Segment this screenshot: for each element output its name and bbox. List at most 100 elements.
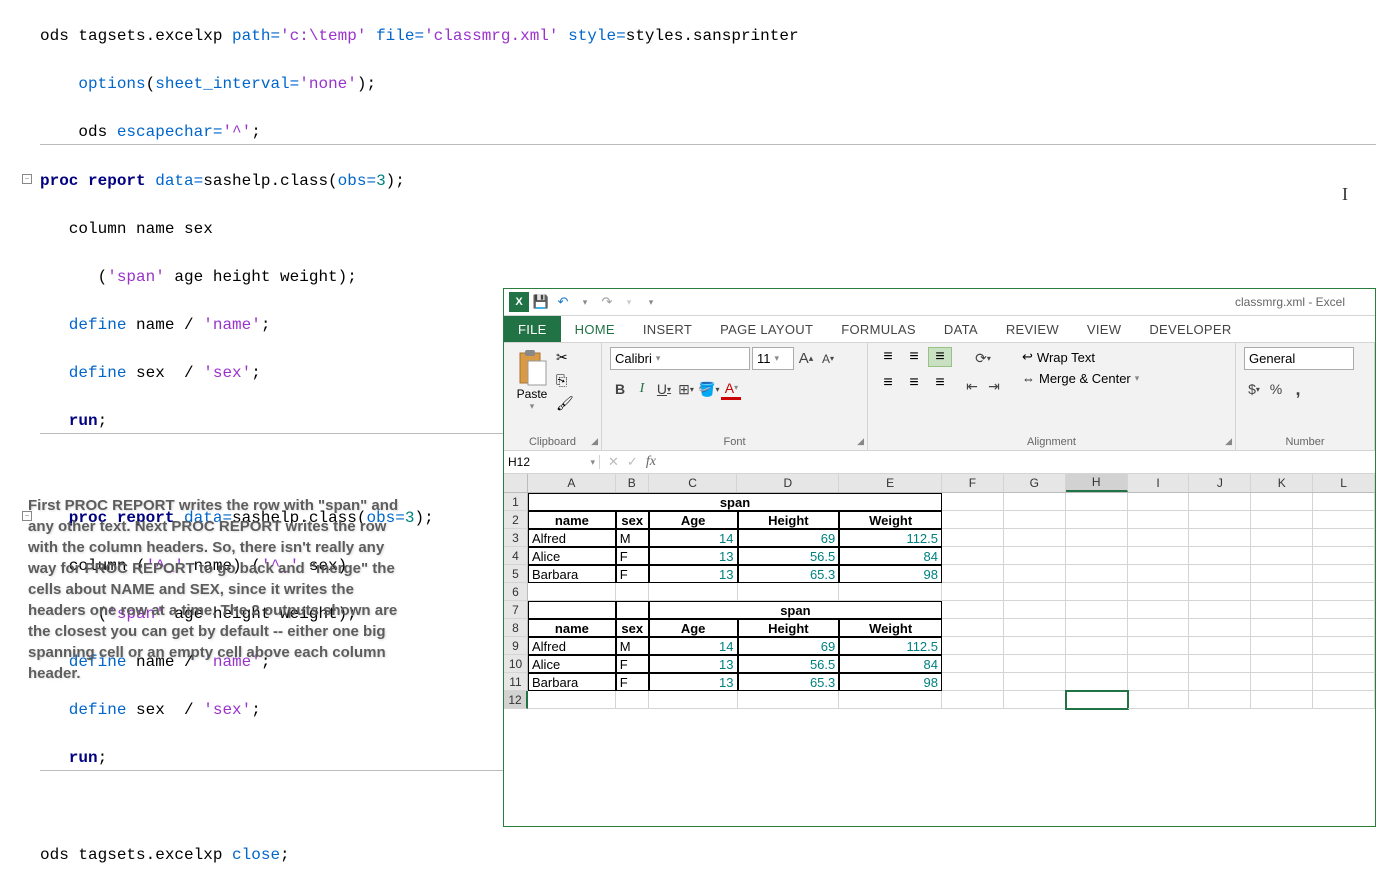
- cancel-formula-icon[interactable]: ✕: [608, 454, 619, 470]
- cell[interactable]: [1128, 547, 1190, 565]
- col-header-C[interactable]: C: [649, 474, 738, 492]
- cell[interactable]: [1004, 637, 1066, 655]
- cell[interactable]: [1066, 583, 1128, 601]
- font-color-button[interactable]: A▾: [721, 378, 741, 400]
- cell[interactable]: [1189, 565, 1251, 583]
- ribbon-tab-page-layout[interactable]: PAGE LAYOUT: [706, 316, 827, 342]
- row-header[interactable]: 7: [504, 601, 528, 619]
- cell[interactable]: [1128, 637, 1190, 655]
- underline-button[interactable]: U▾: [654, 378, 674, 400]
- cell[interactable]: [1066, 691, 1128, 709]
- cell[interactable]: Weight: [839, 619, 942, 637]
- cell[interactable]: [1313, 511, 1375, 529]
- cell[interactable]: Age: [649, 511, 738, 529]
- row-header[interactable]: 11: [504, 673, 528, 691]
- cell[interactable]: [1251, 691, 1313, 709]
- cell[interactable]: [942, 547, 1004, 565]
- col-header-B[interactable]: B: [616, 474, 649, 492]
- bold-button[interactable]: B: [610, 378, 630, 400]
- cell[interactable]: [1128, 655, 1190, 673]
- col-header-G[interactable]: G: [1004, 474, 1066, 492]
- number-format-combo[interactable]: General: [1244, 347, 1354, 370]
- cell[interactable]: [1313, 529, 1375, 547]
- undo-icon[interactable]: ↶: [552, 291, 574, 313]
- cell[interactable]: [1189, 601, 1251, 619]
- cell[interactable]: [942, 655, 1004, 673]
- customize-qat-icon[interactable]: ▾: [640, 291, 662, 313]
- cell[interactable]: [1128, 601, 1190, 619]
- cell[interactable]: [1066, 493, 1128, 511]
- cell[interactable]: [1066, 529, 1128, 547]
- cell[interactable]: [1189, 511, 1251, 529]
- cell[interactable]: [1189, 619, 1251, 637]
- col-header-L[interactable]: L: [1313, 474, 1375, 492]
- dialog-launcher-icon[interactable]: ◢: [857, 436, 864, 447]
- col-header-F[interactable]: F: [942, 474, 1004, 492]
- cell[interactable]: 84: [839, 655, 942, 673]
- cell[interactable]: 56.5: [738, 547, 840, 565]
- cell[interactable]: [942, 583, 1004, 601]
- align-left-icon[interactable]: ≡: [876, 373, 900, 393]
- cell[interactable]: 13: [649, 673, 738, 691]
- cell[interactable]: F: [616, 547, 649, 565]
- cell[interactable]: [1189, 655, 1251, 673]
- cell[interactable]: [1251, 673, 1313, 691]
- redo-icon[interactable]: ↷: [596, 291, 618, 313]
- cell[interactable]: 112.5: [839, 529, 942, 547]
- align-middle-icon[interactable]: ≡: [902, 347, 926, 367]
- cell[interactable]: [1313, 655, 1375, 673]
- cell[interactable]: [1313, 619, 1375, 637]
- cell[interactable]: [1189, 493, 1251, 511]
- row-header[interactable]: 10: [504, 655, 528, 673]
- cell[interactable]: Alfred: [528, 637, 616, 655]
- cell[interactable]: [738, 583, 840, 601]
- cell[interactable]: [942, 529, 1004, 547]
- row-header[interactable]: 5: [504, 565, 528, 583]
- cell[interactable]: Alice: [528, 547, 616, 565]
- cell[interactable]: [528, 691, 616, 709]
- cell[interactable]: [839, 583, 942, 601]
- col-header-I[interactable]: I: [1128, 474, 1190, 492]
- chevron-down-icon[interactable]: ▾: [618, 291, 640, 313]
- cell[interactable]: F: [616, 565, 649, 583]
- cell[interactable]: [1251, 583, 1313, 601]
- paste-button[interactable]: Paste ▾: [512, 347, 552, 414]
- cell[interactable]: [1128, 673, 1190, 691]
- cell[interactable]: 56.5: [738, 655, 840, 673]
- cell[interactable]: [1251, 547, 1313, 565]
- cell[interactable]: sex: [616, 511, 649, 529]
- cell[interactable]: 84: [839, 547, 942, 565]
- font-size-combo[interactable]: 11▾: [752, 347, 794, 370]
- cell[interactable]: [616, 691, 649, 709]
- cell[interactable]: [1004, 565, 1066, 583]
- cell[interactable]: Weight: [839, 511, 942, 529]
- cell[interactable]: [528, 601, 616, 619]
- fold-toggle[interactable]: −: [22, 174, 32, 184]
- cell[interactable]: [528, 583, 616, 601]
- cell[interactable]: [1189, 583, 1251, 601]
- cell[interactable]: [942, 601, 1004, 619]
- cell[interactable]: [1313, 565, 1375, 583]
- decrease-font-icon[interactable]: A▾: [818, 348, 838, 370]
- format-painter-icon[interactable]: 🖌: [556, 395, 574, 412]
- cell[interactable]: [1189, 529, 1251, 547]
- cell[interactable]: Barbara: [528, 673, 616, 691]
- font-name-combo[interactable]: Calibri▾: [610, 347, 750, 370]
- align-center-icon[interactable]: ≡: [902, 373, 926, 393]
- cell[interactable]: [942, 511, 1004, 529]
- cell[interactable]: [839, 691, 942, 709]
- cell[interactable]: [1128, 493, 1190, 511]
- cell[interactable]: [1313, 601, 1375, 619]
- orientation-button[interactable]: ⟳▾: [962, 347, 1004, 369]
- align-top-icon[interactable]: ≡: [876, 347, 900, 367]
- cell[interactable]: [1066, 637, 1128, 655]
- increase-indent-icon[interactable]: ⇥: [984, 375, 1004, 397]
- cell[interactable]: [1313, 691, 1375, 709]
- cell[interactable]: [942, 673, 1004, 691]
- cell[interactable]: [1004, 511, 1066, 529]
- row-header[interactable]: 1: [504, 493, 528, 511]
- cell[interactable]: [1251, 637, 1313, 655]
- cell[interactable]: [649, 691, 738, 709]
- save-icon[interactable]: 💾: [530, 291, 552, 313]
- merge-center-button[interactable]: ⇔Merge & Center ▾: [1022, 371, 1139, 386]
